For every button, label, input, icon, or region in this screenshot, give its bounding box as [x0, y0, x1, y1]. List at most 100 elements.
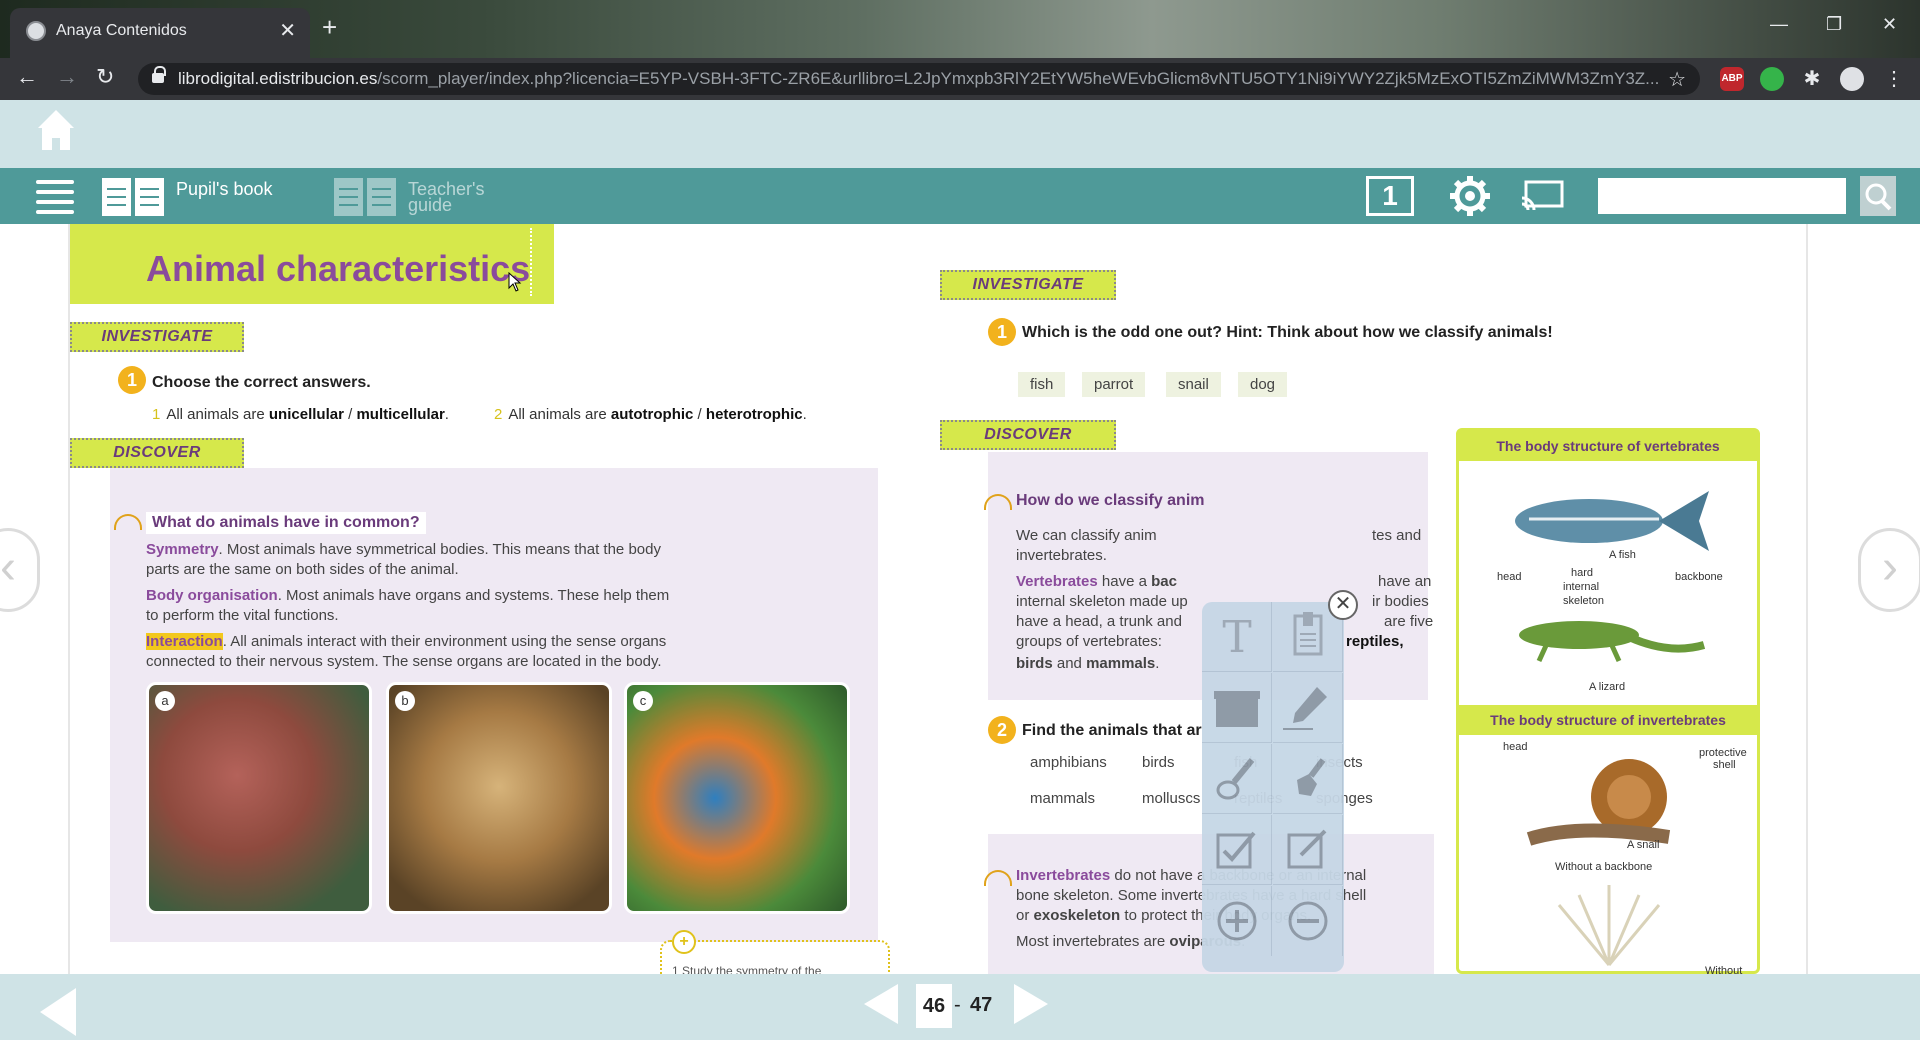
- right-page-edge: [1806, 224, 1808, 974]
- hint-box: + 1 Study the symmetry of the: [660, 930, 890, 974]
- extensions-puzzle-icon[interactable]: ✱: [1800, 67, 1824, 91]
- url-field[interactable]: librodigital.edistribucion.es/scorm_play…: [138, 63, 1700, 95]
- common-title: What do animals have in common?: [146, 512, 426, 534]
- mouse-cursor-icon: [508, 272, 522, 292]
- snail-illustration: [1526, 759, 1671, 846]
- right-page-number: 47: [970, 994, 993, 1016]
- vertebrates-line-2: internal skeleton made up: [1016, 593, 1188, 610]
- classify-line-1: We can classify anim: [1016, 527, 1157, 544]
- animal-word[interactable]: mammals: [1030, 790, 1095, 807]
- investigate-tag-left: INVESTIGATE: [70, 322, 244, 352]
- animal-word[interactable]: amphibians: [1030, 754, 1107, 771]
- vertebrates-line-1b: have an: [1378, 573, 1432, 590]
- check-tool-icon[interactable]: [1202, 815, 1272, 885]
- animal-word[interactable]: molluscs: [1142, 790, 1200, 807]
- app-header: [0, 100, 1920, 168]
- pupils-book-icon[interactable]: [102, 178, 164, 216]
- animal-word[interactable]: birds: [1142, 754, 1175, 771]
- butterfly-photo: c: [624, 682, 850, 914]
- url-text: librodigital.edistribucion.es/scorm_play…: [178, 69, 1660, 88]
- browser-tab-strip: Anaya Contenidos ✕ + — ❐ ✕: [0, 0, 1920, 58]
- svg-text:T: T: [1222, 612, 1251, 663]
- brush-tool-icon[interactable]: [1202, 744, 1272, 814]
- body-organisation-paragraph: Body organisation. Most animals have org…: [146, 587, 670, 624]
- reload-icon[interactable]: ↻: [96, 64, 114, 90]
- browser-menu-icon[interactable]: ⋮: [1882, 67, 1906, 91]
- page-separator: -: [954, 994, 961, 1016]
- back-arrow-icon[interactable]: ←: [16, 64, 38, 90]
- forward-arrow-icon[interactable]: →: [56, 64, 78, 90]
- book-search-input[interactable]: [1598, 178, 1846, 214]
- teachers-guide-icon[interactable]: [334, 178, 396, 216]
- new-tab-button[interactable]: +: [322, 14, 337, 40]
- lizard-illustration: [1519, 621, 1706, 663]
- zoom-out-icon[interactable]: [1273, 886, 1343, 956]
- eraser-tool-icon[interactable]: [1273, 744, 1343, 814]
- palette-close-button[interactable]: ✕: [1328, 590, 1358, 620]
- pen-tool-icon[interactable]: [1273, 673, 1343, 743]
- teachers-guide-link-line2[interactable]: guide: [408, 196, 452, 214]
- invertebrates-structure-heading: The body structure of invertebrates: [1459, 705, 1757, 735]
- lock-icon: [152, 66, 166, 84]
- vertebrates-line-3b: are five: [1384, 613, 1434, 630]
- single-page-view-button[interactable]: 1: [1366, 176, 1414, 216]
- odd-word-4[interactable]: dog: [1238, 372, 1288, 397]
- edit-tool-icon[interactable]: [1273, 815, 1343, 885]
- settings-gear-icon[interactable]: [1448, 174, 1492, 218]
- annotation-tool-palette: T: [1202, 602, 1344, 972]
- back-triangle-icon[interactable]: [40, 988, 76, 1036]
- vertebrates-line-5: birds and mammals.: [1016, 655, 1160, 672]
- discover-tag-left: DISCOVER: [70, 438, 244, 468]
- question-2-badge: 2: [988, 716, 1016, 744]
- classify-title: How do we classify anim: [1016, 492, 1205, 509]
- profile-avatar-icon[interactable]: [1840, 67, 1864, 91]
- classify-line-1b: tes and: [1372, 527, 1422, 544]
- vertebrates-structure-heading: The body structure of vertebrates: [1459, 431, 1757, 461]
- coral-sponge-photo: a: [146, 682, 372, 914]
- classify-line-2: invertebrates.: [1016, 547, 1107, 564]
- projector-mode-icon[interactable]: [1520, 180, 1564, 212]
- tab-close-icon[interactable]: ✕: [279, 18, 296, 43]
- zoom-in-icon[interactable]: [1202, 886, 1272, 956]
- question-number-badge-right: 1: [988, 318, 1016, 346]
- odd-word-3[interactable]: snail: [1166, 372, 1221, 397]
- minimize-button[interactable]: —: [1770, 14, 1788, 35]
- lion-photo: b: [386, 682, 612, 914]
- body-structure-box: The body structure of vertebrates A fish…: [1456, 428, 1760, 974]
- contents-menu-icon[interactable]: [36, 178, 74, 214]
- browser-tab[interactable]: Anaya Contenidos ✕: [10, 8, 310, 58]
- page-title: Animal characteristics: [146, 248, 531, 289]
- adblock-extension-icon[interactable]: ABP: [1720, 67, 1744, 91]
- text-tool-icon[interactable]: T: [1202, 602, 1272, 672]
- restore-button[interactable]: ❐: [1826, 14, 1842, 35]
- green-extension-icon[interactable]: [1760, 67, 1784, 91]
- previous-page-button[interactable]: [864, 984, 898, 1024]
- odd-word-2[interactable]: parrot: [1082, 372, 1146, 397]
- page-navigation-footer: 46 - 47: [0, 974, 1920, 1040]
- mask-tool-icon[interactable]: [1202, 673, 1272, 743]
- next-page-button[interactable]: [1014, 984, 1048, 1024]
- question-number-badge: 1: [118, 366, 146, 394]
- next-page-side-arrow[interactable]: ›: [1858, 528, 1920, 612]
- bookmark-star-icon[interactable]: ☆: [1668, 67, 1686, 92]
- question-1b: 2 All animals are autotrophic / heterotro…: [494, 406, 807, 423]
- tab-title: Anaya Contenidos: [56, 22, 187, 39]
- window-close-button[interactable]: ✕: [1882, 14, 1897, 35]
- sea-anemone-illustration: [1557, 885, 1661, 966]
- book-toolbar: Pupil's book Teacher's guide 1: [0, 168, 1920, 224]
- site-favicon-icon: [26, 21, 46, 41]
- symmetry-paragraph: Symmetry. Most animals have symmetrical …: [146, 541, 661, 578]
- home-icon[interactable]: [36, 108, 76, 152]
- odd-one-out-question: Which is the odd one out? Hint: Think ab…: [1022, 324, 1553, 341]
- search-button[interactable]: [1860, 176, 1896, 216]
- odd-word-1[interactable]: fish: [1018, 372, 1066, 397]
- pupils-book-link[interactable]: Pupil's book: [176, 180, 273, 198]
- plus-icon[interactable]: +: [672, 930, 696, 954]
- interaction-paragraph: Interaction. All animals interact with t…: [146, 633, 667, 670]
- vertebrates-line-1: Vertebrates have a bac: [1016, 573, 1177, 590]
- vertebrates-line-4: groups of vertebrates:: [1016, 633, 1162, 650]
- left-page-number[interactable]: 46: [916, 984, 952, 1028]
- vertebrates-line-3: have a head, a trunk and: [1016, 613, 1182, 630]
- question-2-text: Find the animals that ar: [1022, 722, 1202, 739]
- previous-page-side-arrow[interactable]: ‹: [0, 528, 40, 612]
